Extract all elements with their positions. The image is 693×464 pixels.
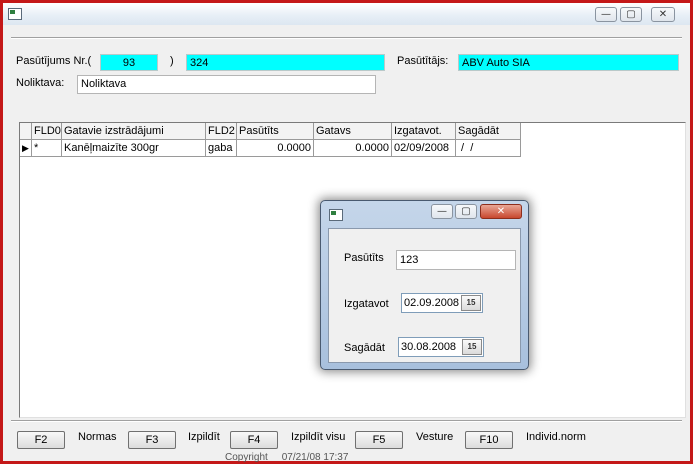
- order-number-label: Pasūtījums Nr.(: [16, 55, 92, 67]
- order-paren-label: ): [170, 55, 174, 67]
- column-header-produce[interactable]: Izgatavot.: [392, 123, 456, 140]
- f10-button[interactable]: F10: [465, 431, 513, 449]
- f3-button[interactable]: F3: [128, 431, 176, 449]
- cell-ready[interactable]: 0.0000: [314, 140, 392, 157]
- column-header-fld2[interactable]: FLD2: [206, 123, 237, 140]
- procure-label: Sagādāt: [344, 342, 385, 354]
- title-bar[interactable]: — ▢ ✕: [3, 3, 690, 25]
- column-header-products[interactable]: Gatavie izstrādājumi: [62, 123, 206, 140]
- close-button[interactable]: ✕: [651, 7, 675, 22]
- column-header-procure[interactable]: Sagādāt: [456, 123, 521, 140]
- produce-calendar-icon[interactable]: 15: [461, 295, 481, 311]
- cell-ordered[interactable]: 0.0000: [237, 140, 314, 157]
- header-top-separator: [11, 37, 682, 39]
- copyright-text: Copyright 07/21/08 17:37: [225, 452, 349, 463]
- ordered-label: Pasūtīts: [344, 252, 384, 264]
- maximize-button[interactable]: ▢: [620, 7, 642, 22]
- column-header-fld0[interactable]: FLD0: [32, 123, 62, 140]
- f5-button[interactable]: F5: [355, 431, 403, 449]
- minimize-button[interactable]: —: [595, 7, 617, 22]
- row-indicator-icon[interactable]: ▶: [20, 140, 32, 157]
- produce-date-field[interactable]: 02.09.2008 15: [401, 293, 483, 313]
- customer-label: Pasūtītājs:: [397, 55, 449, 67]
- f3-label: Izpildīt: [188, 431, 220, 443]
- cell-fld0[interactable]: *: [32, 140, 62, 157]
- dialog-maximize-button[interactable]: ▢: [455, 204, 477, 219]
- dialog-client-area: Pasūtīts 123 Izgatavot 02.09.2008 15 Sag…: [328, 228, 521, 363]
- f5-label: Vesture: [416, 431, 454, 443]
- cell-unit[interactable]: gaba: [206, 140, 237, 157]
- order-prefix-field[interactable]: 93: [100, 54, 158, 71]
- column-header-ready[interactable]: Gatavs: [314, 123, 392, 140]
- procure-calendar-icon[interactable]: 15: [462, 339, 482, 355]
- dialog-close-button[interactable]: ✕: [480, 204, 522, 219]
- footer-separator: [11, 420, 682, 422]
- produce-date-value: 02.09.2008: [404, 297, 460, 309]
- dialog-minimize-button[interactable]: —: [431, 204, 453, 219]
- cell-product-name[interactable]: Kanēļmaizīte 300gr: [62, 140, 206, 157]
- f4-button[interactable]: F4: [230, 431, 278, 449]
- produce-label: Izgatavot: [344, 298, 389, 310]
- f2-button[interactable]: F2: [17, 431, 65, 449]
- procure-date-field[interactable]: 30.08.2008 15: [398, 337, 484, 357]
- warehouse-field[interactable]: Noliktava: [77, 75, 376, 94]
- procure-date-value: 30.08.2008: [401, 341, 457, 353]
- ordered-field[interactable]: 123: [396, 250, 516, 270]
- f4-label: Izpildīt visu: [291, 431, 346, 443]
- column-header-ordered[interactable]: Pasūtīts: [237, 123, 314, 140]
- warehouse-label: Noliktava:: [16, 77, 65, 89]
- dialog-app-icon[interactable]: [329, 209, 343, 221]
- app-icon[interactable]: [8, 8, 22, 20]
- order-number-field[interactable]: 324: [186, 54, 385, 71]
- f10-label: Individ.norm: [526, 431, 586, 443]
- f2-label: Normas: [78, 431, 117, 443]
- cell-produce-date[interactable]: 02/09/2008: [392, 140, 456, 157]
- cell-procure-date[interactable]: / /: [456, 140, 521, 157]
- customer-field[interactable]: ABV Auto SIA: [458, 54, 679, 71]
- date-dialog: — ▢ ✕ Pasūtīts 123 Izgatavot 02.09.2008 …: [320, 200, 529, 370]
- grid-corner: [20, 123, 32, 140]
